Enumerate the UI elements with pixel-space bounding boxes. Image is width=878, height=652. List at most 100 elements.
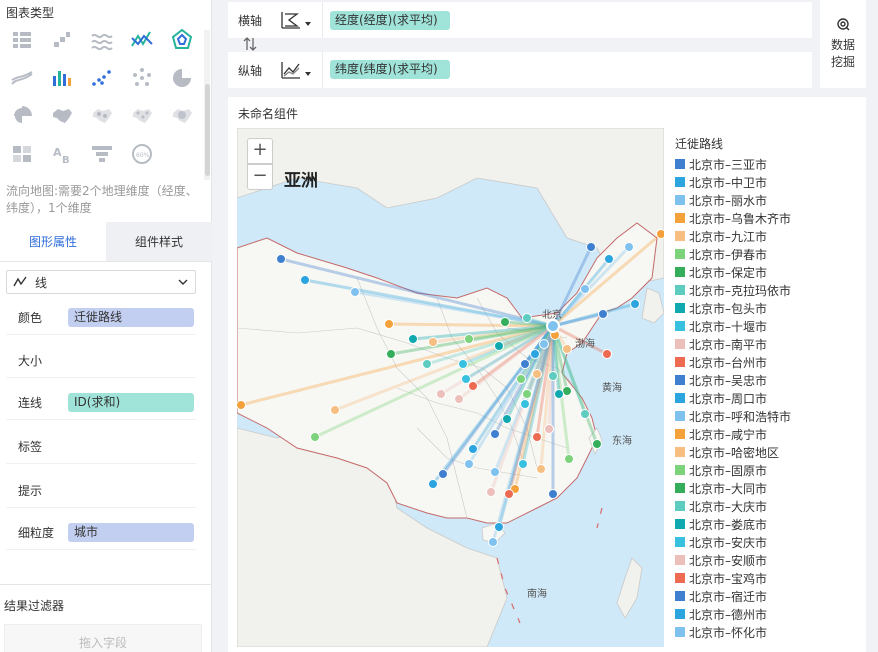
legend-swatch (675, 339, 685, 349)
legend-item[interactable]: 北京市–安顺市 (675, 551, 865, 569)
property-tooltip[interactable]: 提示 (6, 474, 196, 508)
swap-axes-icon[interactable] (239, 36, 261, 52)
property-connection[interactable]: 连线 ID(求和) (6, 386, 196, 420)
legend-item[interactable]: 北京市–九江市 (675, 227, 865, 245)
property-size[interactable]: 大小 (6, 344, 196, 378)
legend-item[interactable]: 北京市–中卫市 (675, 173, 865, 191)
legend-item[interactable]: 北京市–呼和浩特市 (675, 407, 865, 425)
granularity-field-pill[interactable]: 城市 (68, 523, 194, 542)
city-dot (386, 349, 396, 359)
flow-map[interactable]: + − 亚洲 北京 渤海 黄海 东海 南海 (237, 128, 664, 647)
legend-item[interactable]: 北京市–吴忠市 (675, 371, 865, 389)
funnel-chart-icon[interactable] (90, 142, 114, 166)
city-dot (464, 334, 474, 344)
zoom-out-button[interactable]: − (247, 164, 273, 190)
legend-item[interactable]: 北京市–大同市 (675, 479, 865, 497)
city-dot (408, 334, 418, 344)
property-label-setting[interactable]: 标签 (6, 430, 196, 464)
radar-chart-icon[interactable] (170, 28, 194, 52)
legend-item[interactable]: 北京市–怀化市 (675, 623, 865, 641)
legend-item[interactable]: 北京市–娄底市 (675, 515, 865, 533)
multi-line-chart-icon[interactable] (130, 28, 154, 52)
mining-icon (837, 18, 850, 31)
legend-item[interactable]: 北京市–大庆市 (675, 497, 865, 515)
bar-chart-icon[interactable] (50, 66, 74, 90)
property-tabs: 图形属性 组件样式 (0, 222, 212, 262)
legend-items: 北京市–三亚市 北京市–中卫市 北京市–丽水市 北京市–乌鲁木齐市 北京市–九江市 北京市… (675, 155, 865, 641)
legend-swatch (675, 321, 685, 331)
city-dot (554, 389, 564, 399)
color-field-pill[interactable]: 迁徙路线 (68, 308, 194, 327)
city-dot (350, 287, 360, 297)
legend-item[interactable]: 北京市–三亚市 (675, 155, 865, 173)
legend-swatch (675, 501, 685, 511)
legend-item[interactable]: 北京市–台州市 (675, 353, 865, 371)
zoom-in-button[interactable]: + (247, 138, 273, 164)
gauge-chart-icon[interactable]: 60% (130, 142, 154, 166)
bubble-map-icon[interactable] (90, 104, 114, 128)
property-granularity[interactable]: 细粒度 城市 (6, 516, 196, 550)
x-axis-type-icon[interactable] (280, 10, 302, 30)
city-dot (276, 254, 286, 264)
x-axis-caret-icon[interactable] (304, 20, 312, 28)
pie-chart-icon[interactable] (170, 66, 194, 90)
y-axis-row: 纵轴 纬度(纬度)(求平均) (228, 52, 812, 88)
legend-label: 北京市–哈密地区 (689, 445, 780, 460)
property-label: 颜色 (18, 311, 43, 325)
legend-item[interactable]: 北京市–克拉玛依市 (675, 281, 865, 299)
legend-item[interactable]: 北京市–乌鲁木齐市 (675, 209, 865, 227)
legend-label: 北京市–包头市 (689, 301, 768, 316)
wave-chart-icon[interactable] (90, 28, 114, 52)
legend-item[interactable]: 北京市–南平市 (675, 335, 865, 353)
city-dot (522, 389, 532, 399)
legend-item[interactable]: 北京市–十堰市 (675, 317, 865, 335)
legend-label: 北京市–安顺市 (689, 553, 768, 568)
filter-drop-zone[interactable]: 拖入字段 (4, 624, 202, 652)
city-dot (490, 429, 500, 439)
rose-chart-icon[interactable] (10, 104, 34, 128)
component-title[interactable]: 未命名组件 (238, 105, 298, 122)
property-label: 大小 (18, 354, 43, 368)
scatter-chart-icon[interactable] (90, 66, 114, 90)
line-mark-icon (13, 276, 27, 287)
x-axis-field-pill[interactable]: 经度(经度)(求平均) (330, 11, 450, 30)
text-chart-icon[interactable]: AB (50, 142, 74, 166)
city-dot (502, 414, 512, 424)
data-mining-button[interactable]: 数据 挖掘 (820, 0, 866, 88)
legend-swatch (675, 285, 685, 295)
property-color[interactable]: 颜色 迁徙路线 (6, 301, 196, 335)
y-axis-caret-icon[interactable] (304, 70, 312, 78)
legend-item[interactable]: 北京市–德州市 (675, 605, 865, 623)
tab-component-style[interactable]: 组件样式 (106, 222, 212, 261)
city-dot (468, 381, 478, 391)
y-axis-field-pill[interactable]: 纬度(纬度)(求平均) (330, 60, 450, 79)
table-chart-icon[interactable] (10, 28, 34, 52)
connection-field-pill[interactable]: ID(求和) (68, 393, 194, 412)
mark-type-select[interactable]: 线 (6, 270, 196, 294)
legend-item[interactable]: 北京市–宿迁市 (675, 587, 865, 605)
legend-item[interactable]: 北京市–周口市 (675, 389, 865, 407)
legend-item[interactable]: 北京市–保定市 (675, 263, 865, 281)
legend-item[interactable]: 北京市–咸宁市 (675, 425, 865, 443)
legend-item[interactable]: 北京市–伊春市 (675, 245, 865, 263)
tab-graphic-properties[interactable]: 图形属性 (0, 222, 106, 261)
y-axis-type-icon[interactable] (280, 60, 302, 80)
legend-swatch (675, 627, 685, 637)
legend-item[interactable]: 北京市–哈密地区 (675, 443, 865, 461)
china-map-icon[interactable] (50, 104, 74, 128)
legend-item[interactable]: 北京市–安庆市 (675, 533, 865, 551)
area-chart-icon[interactable] (10, 66, 34, 90)
legend-item[interactable]: 北京市–宝鸡市 (675, 569, 865, 587)
city-dot (384, 319, 394, 329)
maritime-boundary (496, 507, 603, 624)
legend-item[interactable]: 北京市–固原市 (675, 461, 865, 479)
legend-item[interactable]: 北京市–包头市 (675, 299, 865, 317)
cross-table-icon[interactable] (10, 142, 34, 166)
chart-type-scrollbar-thumb[interactable] (205, 84, 210, 176)
step-chart-icon[interactable] (50, 28, 74, 52)
heat-map-icon[interactable] (170, 104, 194, 128)
scatter-map-icon[interactable] (130, 104, 154, 128)
dots-ring-chart-icon[interactable] (130, 66, 154, 90)
legend-item[interactable]: 北京市–丽水市 (675, 191, 865, 209)
legend-label: 北京市–丽水市 (689, 193, 768, 208)
